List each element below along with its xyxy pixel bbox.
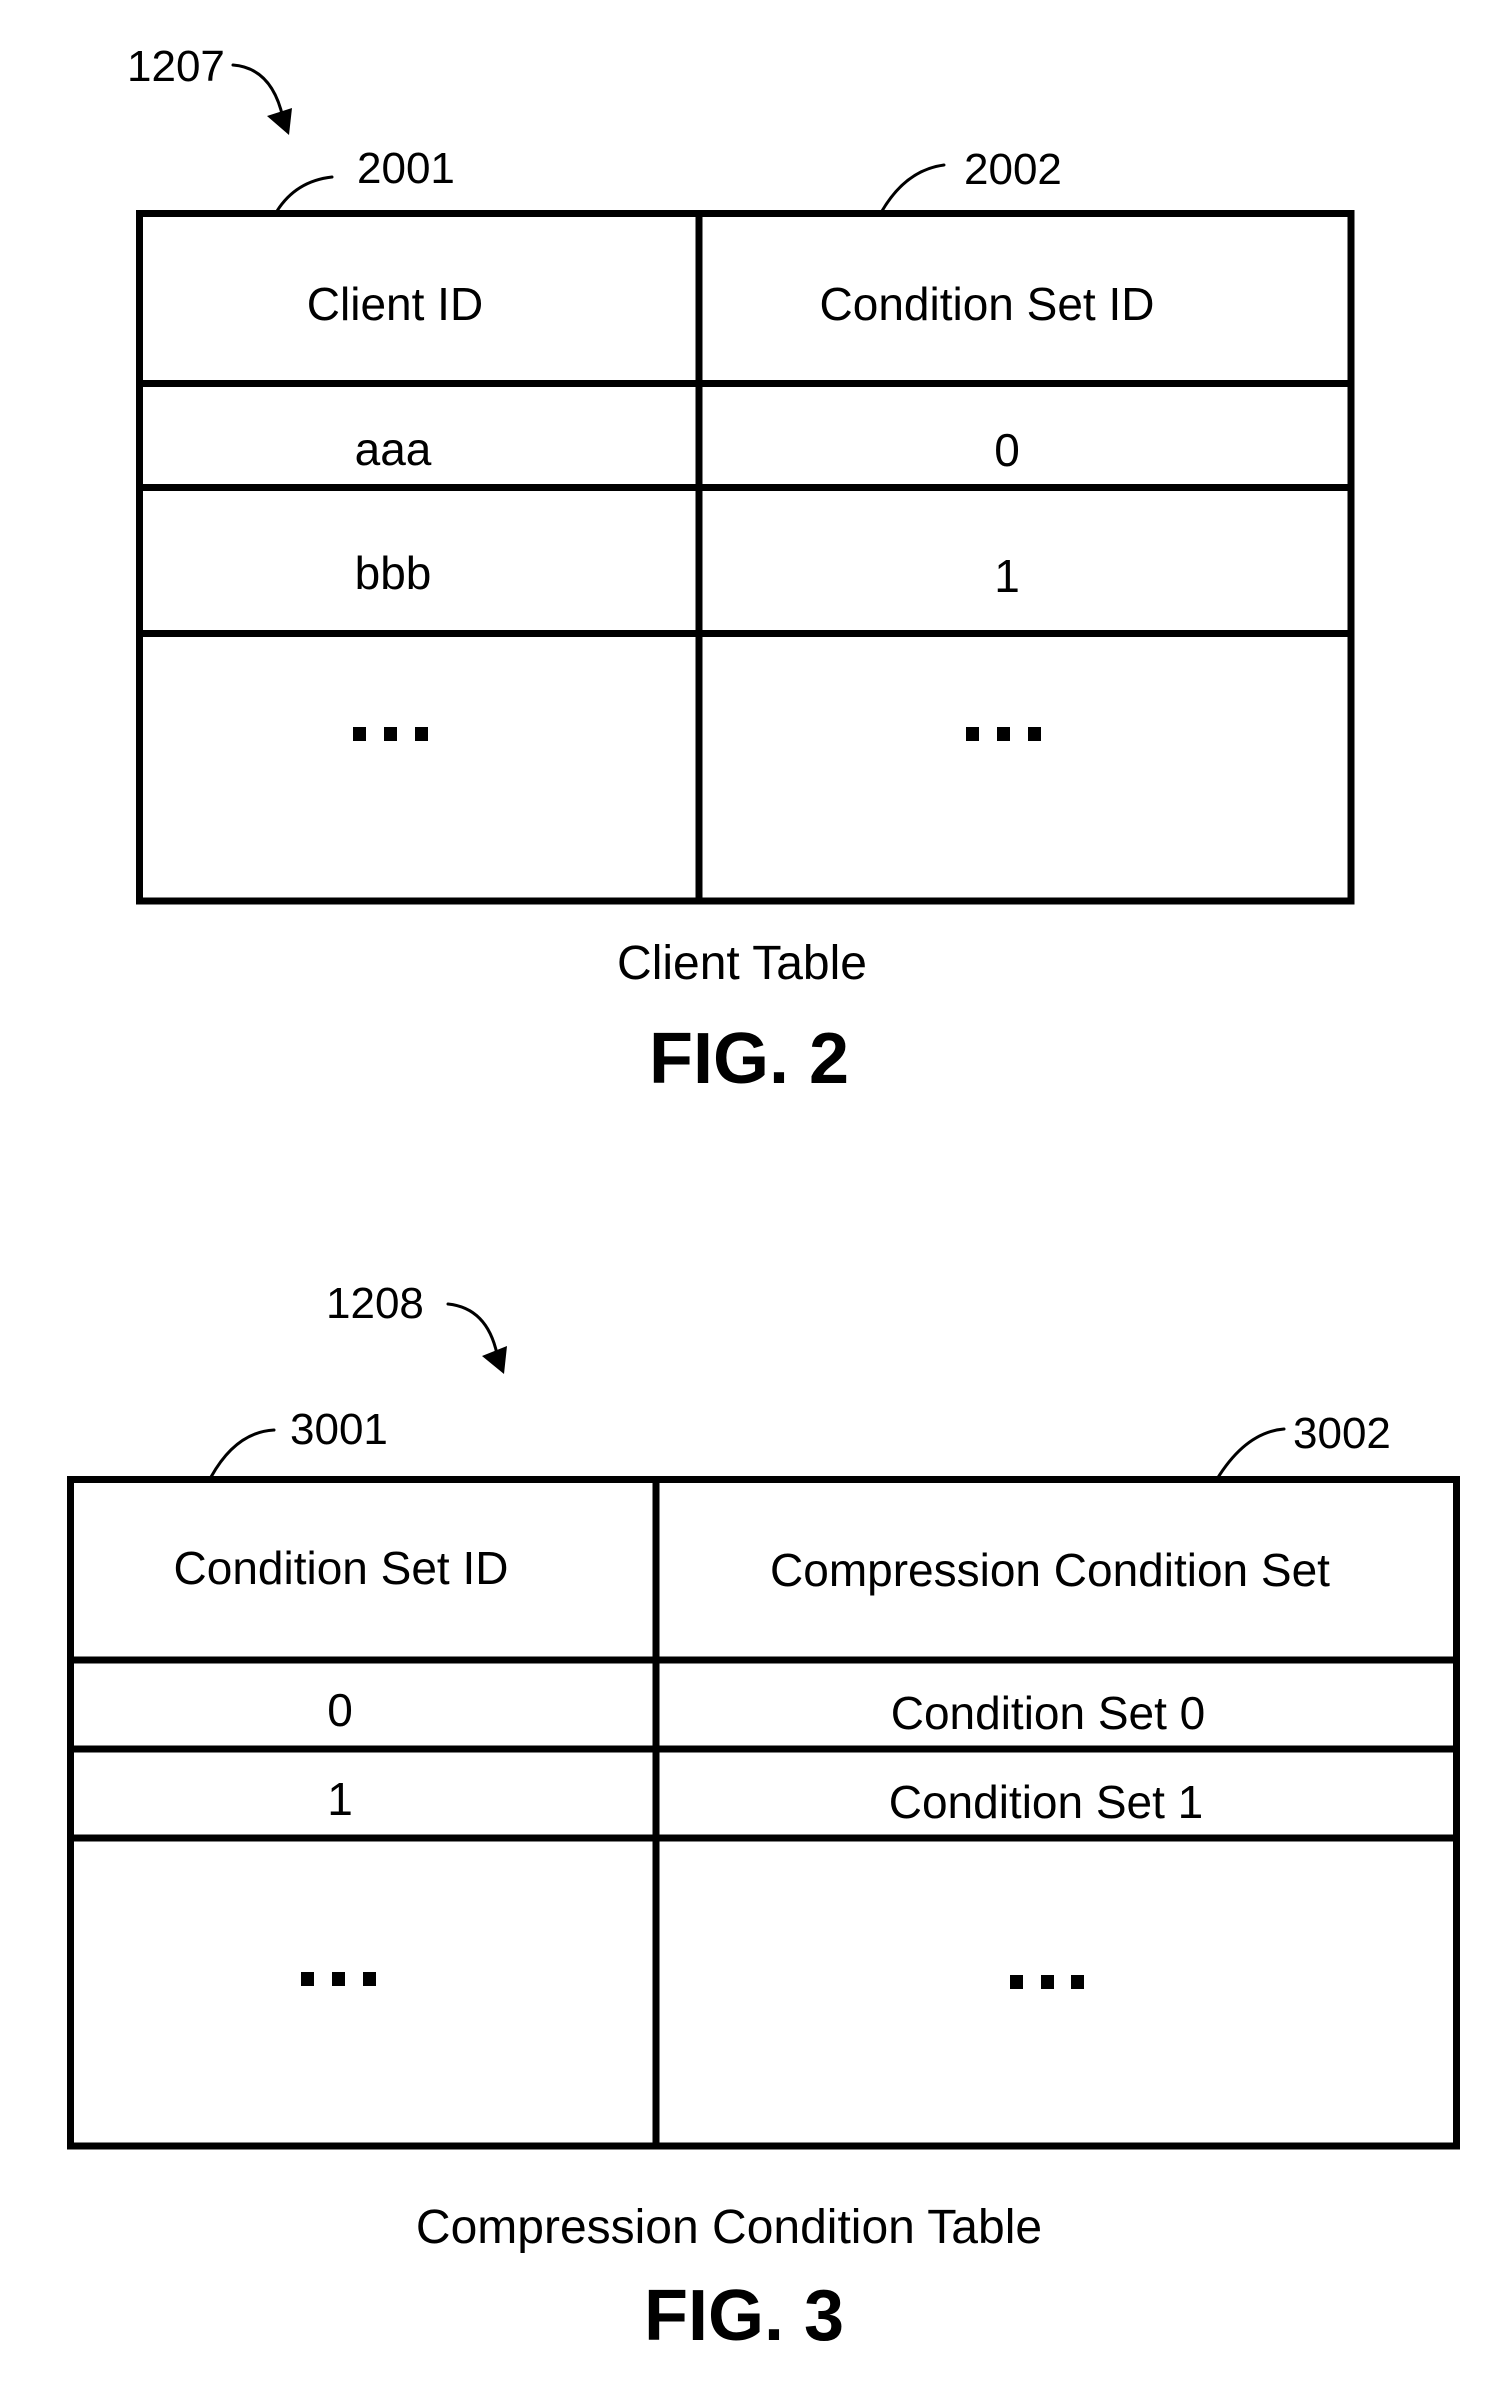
table-row: 0 Condition Set 0: [327, 1684, 1205, 1739]
table-row: aaa 0: [355, 423, 1020, 476]
column-ref-2001: 2001: [357, 144, 455, 193]
leader-line-2001: [275, 175, 334, 213]
leader-line-3001: [209, 1428, 276, 1479]
reference-number-1208: 1208: [326, 1279, 424, 1328]
reference-number-1207: 1207: [127, 42, 225, 91]
cell-condition-set-id: 1: [327, 1773, 353, 1825]
arrowhead-icon: [482, 1346, 507, 1374]
cell-client-id: bbb: [355, 547, 432, 599]
table-row: bbb 1: [355, 547, 1020, 602]
ellipsis-icon: [353, 727, 428, 741]
ellipsis-icon: [1010, 1975, 1084, 1989]
ellipsis-icon: [966, 727, 1041, 741]
figure-2: 1207 2001 2002 Client ID Condition Set I…: [127, 42, 1355, 1099]
figure-3: 1208 3001 3002 Condition Set ID Compress…: [67, 1279, 1460, 2356]
header-compression-condition-set: Compression Condition Set: [770, 1544, 1330, 1596]
ellipsis-row: [301, 1972, 1084, 1989]
table-row: 1 Condition Set 1: [327, 1773, 1203, 1828]
cell-client-id: aaa: [355, 423, 432, 475]
header-condition-set-id: Condition Set ID: [174, 1542, 509, 1594]
cell-condition-set-id: 1: [994, 550, 1020, 602]
cell-condition-set-id: 0: [994, 424, 1020, 476]
table-caption: Compression Condition Table: [416, 2201, 1042, 2254]
reference-arrow-icon: [446, 1302, 499, 1356]
column-ref-2002: 2002: [964, 145, 1062, 194]
table-caption: Client Table: [617, 937, 867, 990]
leader-line-2002: [880, 163, 946, 213]
patent-drawing-sheet: 1207 2001 2002 Client ID Condition Set I…: [67, 42, 1460, 2356]
arrowhead-icon: [267, 108, 292, 135]
cell-condition-set-id: 0: [327, 1684, 353, 1736]
cell-compression-condition-set: Condition Set 0: [891, 1687, 1206, 1739]
header-condition-set-id: Condition Set ID: [820, 278, 1155, 330]
ellipsis-icon: [301, 1972, 376, 1986]
figure-label: FIG. 2: [649, 1019, 849, 1099]
leader-line-3002: [1215, 1427, 1286, 1481]
column-ref-3002: 3002: [1293, 1409, 1391, 1458]
cell-compression-condition-set: Condition Set 1: [889, 1776, 1204, 1828]
reference-arrow-icon: [231, 63, 285, 120]
header-client-id: Client ID: [307, 278, 483, 330]
figure-label: FIG. 3: [644, 2276, 844, 2356]
column-ref-3001: 3001: [290, 1405, 388, 1454]
